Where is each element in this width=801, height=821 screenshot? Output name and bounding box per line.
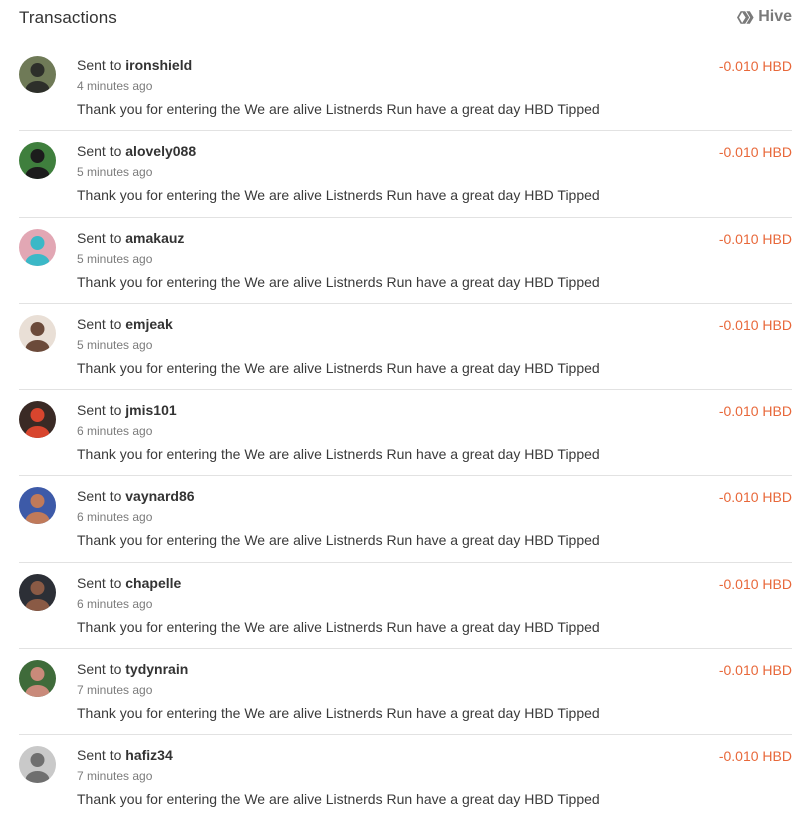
transaction-memo: Thank you for entering the We are alive … bbox=[77, 618, 600, 635]
transaction-time: 7 minutes ago bbox=[77, 683, 153, 698]
transaction-time: 7 minutes ago bbox=[77, 769, 153, 784]
avatar[interactable] bbox=[19, 487, 56, 525]
recipient-username-link[interactable]: tydynrain bbox=[125, 661, 188, 677]
recipient-username-link[interactable]: alovely088 bbox=[125, 143, 196, 159]
avatar[interactable] bbox=[19, 401, 56, 439]
transaction-time: 6 minutes ago bbox=[77, 424, 153, 439]
transaction-amount: -0.010 HBD bbox=[718, 58, 792, 74]
transfer-summary: Sent to amakauz bbox=[77, 230, 184, 246]
transfer-prefix: Sent to bbox=[77, 143, 122, 160]
transfer-prefix: Sent to bbox=[77, 402, 122, 419]
avatar[interactable] bbox=[19, 314, 56, 352]
hive-brand-link[interactable]: Hive bbox=[737, 8, 792, 26]
transaction-list: Sent to ironshield 4 minutes ago Thank you… bbox=[0, 44, 801, 821]
transaction-row: Sent to amakauz 5 minutes ago Thank you fo… bbox=[0, 216, 801, 303]
transaction-amount: -0.010 HBD bbox=[718, 144, 792, 161]
transaction-memo: Thank you for entering the We are alive … bbox=[77, 273, 600, 290]
transfer-prefix: Sent to bbox=[77, 747, 122, 764]
panel-header: Transactions Hive bbox=[0, 0, 801, 40]
transfer-prefix: Sent to bbox=[77, 574, 122, 591]
transaction-time: 6 minutes ago bbox=[77, 510, 153, 525]
transaction-memo: Thank you for entering the We are alive … bbox=[77, 532, 600, 549]
recipient-username-link[interactable]: jmis101 bbox=[125, 402, 176, 418]
transfer-summary: Sent to alovely088 bbox=[77, 143, 196, 159]
avatar[interactable] bbox=[19, 228, 56, 266]
transfer-summary: Sent to ironshield bbox=[77, 57, 192, 73]
avatar[interactable] bbox=[19, 56, 56, 93]
transaction-memo: Thank you for entering the We are alive … bbox=[77, 705, 600, 722]
transactions-panel: Transactions Hive Sent to ironshield 4 mi… bbox=[0, 0, 801, 813]
transaction-time: 5 minutes ago bbox=[77, 337, 153, 352]
avatar[interactable] bbox=[19, 142, 56, 180]
transaction-amount: -0.010 HBD bbox=[718, 489, 792, 506]
transaction-memo: Thank you for entering the We are alive … bbox=[77, 791, 600, 808]
transaction-row: Sent to hafiz34 7 minutes ago Thank you fo… bbox=[0, 734, 801, 820]
recipient-username-link[interactable]: ironshield bbox=[125, 57, 192, 73]
transfer-prefix: Sent to bbox=[77, 661, 122, 678]
recipient-username-link[interactable]: chapelle bbox=[125, 575, 181, 591]
transfer-prefix: Sent to bbox=[77, 315, 122, 332]
transaction-memo: Thank you for entering the We are alive … bbox=[77, 446, 600, 463]
transaction-memo: Thank you for entering the We are alive … bbox=[77, 101, 600, 117]
transfer-summary: Sent to emjeak bbox=[77, 316, 173, 332]
transaction-amount: -0.010 HBD bbox=[718, 575, 792, 592]
transaction-row: Sent to chapelle 6 minutes ago Thank you f… bbox=[0, 561, 801, 648]
transaction-time: 5 minutes ago bbox=[77, 251, 153, 266]
recipient-username-link[interactable]: hafiz34 bbox=[125, 747, 172, 763]
transfer-summary: Sent to hafiz34 bbox=[77, 747, 173, 763]
transaction-amount: -0.010 HBD bbox=[718, 403, 792, 420]
avatar[interactable] bbox=[19, 660, 56, 698]
transfer-summary: Sent to vaynard86 bbox=[77, 488, 195, 504]
transaction-time: 4 minutes ago bbox=[77, 79, 153, 93]
page-title: Transactions bbox=[19, 8, 117, 27]
avatar[interactable] bbox=[19, 746, 56, 784]
transfer-summary: Sent to chapelle bbox=[77, 575, 181, 591]
transfer-summary: Sent to tydynrain bbox=[77, 661, 188, 677]
transaction-amount: -0.010 HBD bbox=[718, 316, 792, 333]
transaction-amount: -0.010 HBD bbox=[718, 748, 792, 765]
transaction-amount: -0.010 HBD bbox=[718, 230, 792, 247]
transfer-prefix: Sent to bbox=[77, 229, 122, 246]
transfer-summary: Sent to jmis101 bbox=[77, 402, 177, 418]
transaction-memo: Thank you for entering the We are alive … bbox=[77, 187, 600, 204]
recipient-username-link[interactable]: vaynard86 bbox=[125, 488, 194, 504]
transfer-prefix: Sent to bbox=[77, 488, 122, 505]
transaction-row: Sent to jmis101 6 minutes ago Thank you fo… bbox=[0, 389, 801, 475]
transaction-row: Sent to vaynard86 6 minutes ago Thank you … bbox=[0, 475, 801, 561]
recipient-username-link[interactable]: emjeak bbox=[125, 316, 172, 332]
transaction-row: Sent to alovely088 5 minutes ago Thank you… bbox=[0, 130, 801, 216]
transaction-amount: -0.010 HBD bbox=[718, 662, 792, 679]
hive-logo-icon bbox=[737, 10, 754, 25]
avatar[interactable] bbox=[19, 573, 56, 611]
transaction-memo: Thank you for entering the We are alive … bbox=[77, 359, 600, 376]
transaction-row: Sent to tydynrain 7 minutes ago Thank you … bbox=[0, 648, 801, 734]
transfer-prefix: Sent to bbox=[77, 57, 122, 73]
recipient-username-link[interactable]: amakauz bbox=[125, 230, 184, 246]
hive-brand-label: Hive bbox=[758, 8, 792, 25]
transaction-row: Sent to ironshield 4 minutes ago Thank you… bbox=[0, 44, 801, 130]
transaction-time: 5 minutes ago bbox=[77, 165, 153, 180]
transaction-row: Sent to emjeak 5 minutes ago Thank you for… bbox=[0, 302, 801, 389]
transaction-time: 6 minutes ago bbox=[77, 596, 153, 611]
